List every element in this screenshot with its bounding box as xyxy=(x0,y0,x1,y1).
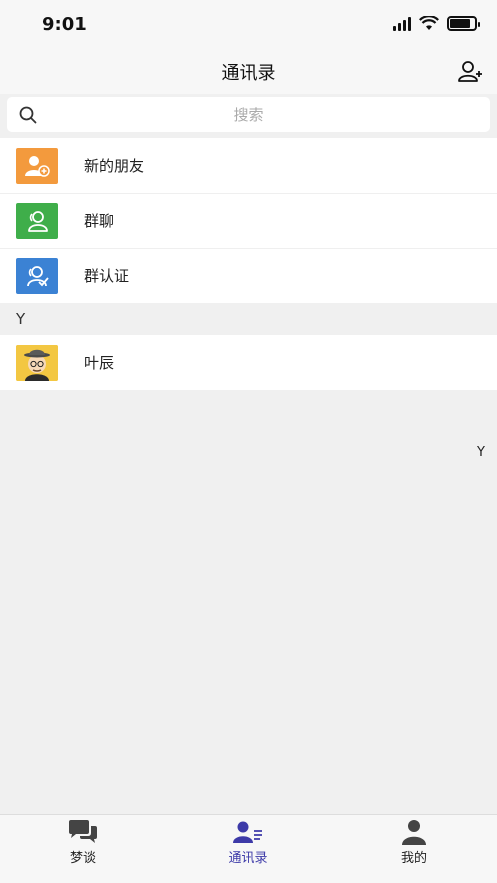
entry-list: 新的朋友 群聊 群认证 xyxy=(0,138,497,303)
contact-name: 叶辰 xyxy=(84,354,115,372)
wifi-icon xyxy=(419,16,439,30)
status-time: 9:01 xyxy=(42,14,87,35)
search-bar xyxy=(0,94,497,138)
section-letter: Y xyxy=(16,310,26,328)
cellular-signal-icon xyxy=(393,16,411,31)
page-title: 通讯录 xyxy=(221,63,276,84)
status-bar: 9:01 xyxy=(0,0,497,48)
contact-row[interactable]: 叶辰 xyxy=(0,335,497,390)
status-icons xyxy=(393,16,480,31)
chat-bubbles-icon xyxy=(69,820,97,843)
group-verify-icon xyxy=(16,257,58,294)
add-friend-icon[interactable] xyxy=(457,58,483,84)
entry-label: 新的朋友 xyxy=(84,157,145,175)
avatar xyxy=(16,344,58,381)
new-friends-icon xyxy=(16,147,58,184)
search-box[interactable] xyxy=(7,97,490,132)
tab-contacts[interactable]: 通讯录 xyxy=(188,819,308,869)
group-chat-icon xyxy=(16,202,58,239)
entry-label: 群聊 xyxy=(84,212,115,230)
tab-label: 梦谈 xyxy=(69,851,96,866)
tab-mengtan[interactable]: 梦谈 xyxy=(23,819,143,869)
tab-bar: 梦谈 通讯录 我的 xyxy=(0,814,497,883)
search-icon xyxy=(19,106,37,124)
search-input[interactable] xyxy=(47,103,450,127)
profile-icon xyxy=(402,820,426,845)
section-header: Y xyxy=(0,303,497,335)
tab-label: 通讯录 xyxy=(228,851,268,866)
battery-icon xyxy=(447,16,480,31)
index-letter-y[interactable]: Y xyxy=(477,445,485,460)
tab-profile[interactable]: 我的 xyxy=(354,819,474,869)
entry-label: 群认证 xyxy=(84,267,130,285)
tab-label: 我的 xyxy=(400,851,427,866)
nav-bar: 通讯录 xyxy=(0,48,497,94)
contacts-icon xyxy=(233,821,262,843)
entry-new-friends[interactable]: 新的朋友 xyxy=(0,138,497,193)
entry-group-verify[interactable]: 群认证 xyxy=(0,248,497,303)
entry-group-chat[interactable]: 群聊 xyxy=(0,193,497,248)
